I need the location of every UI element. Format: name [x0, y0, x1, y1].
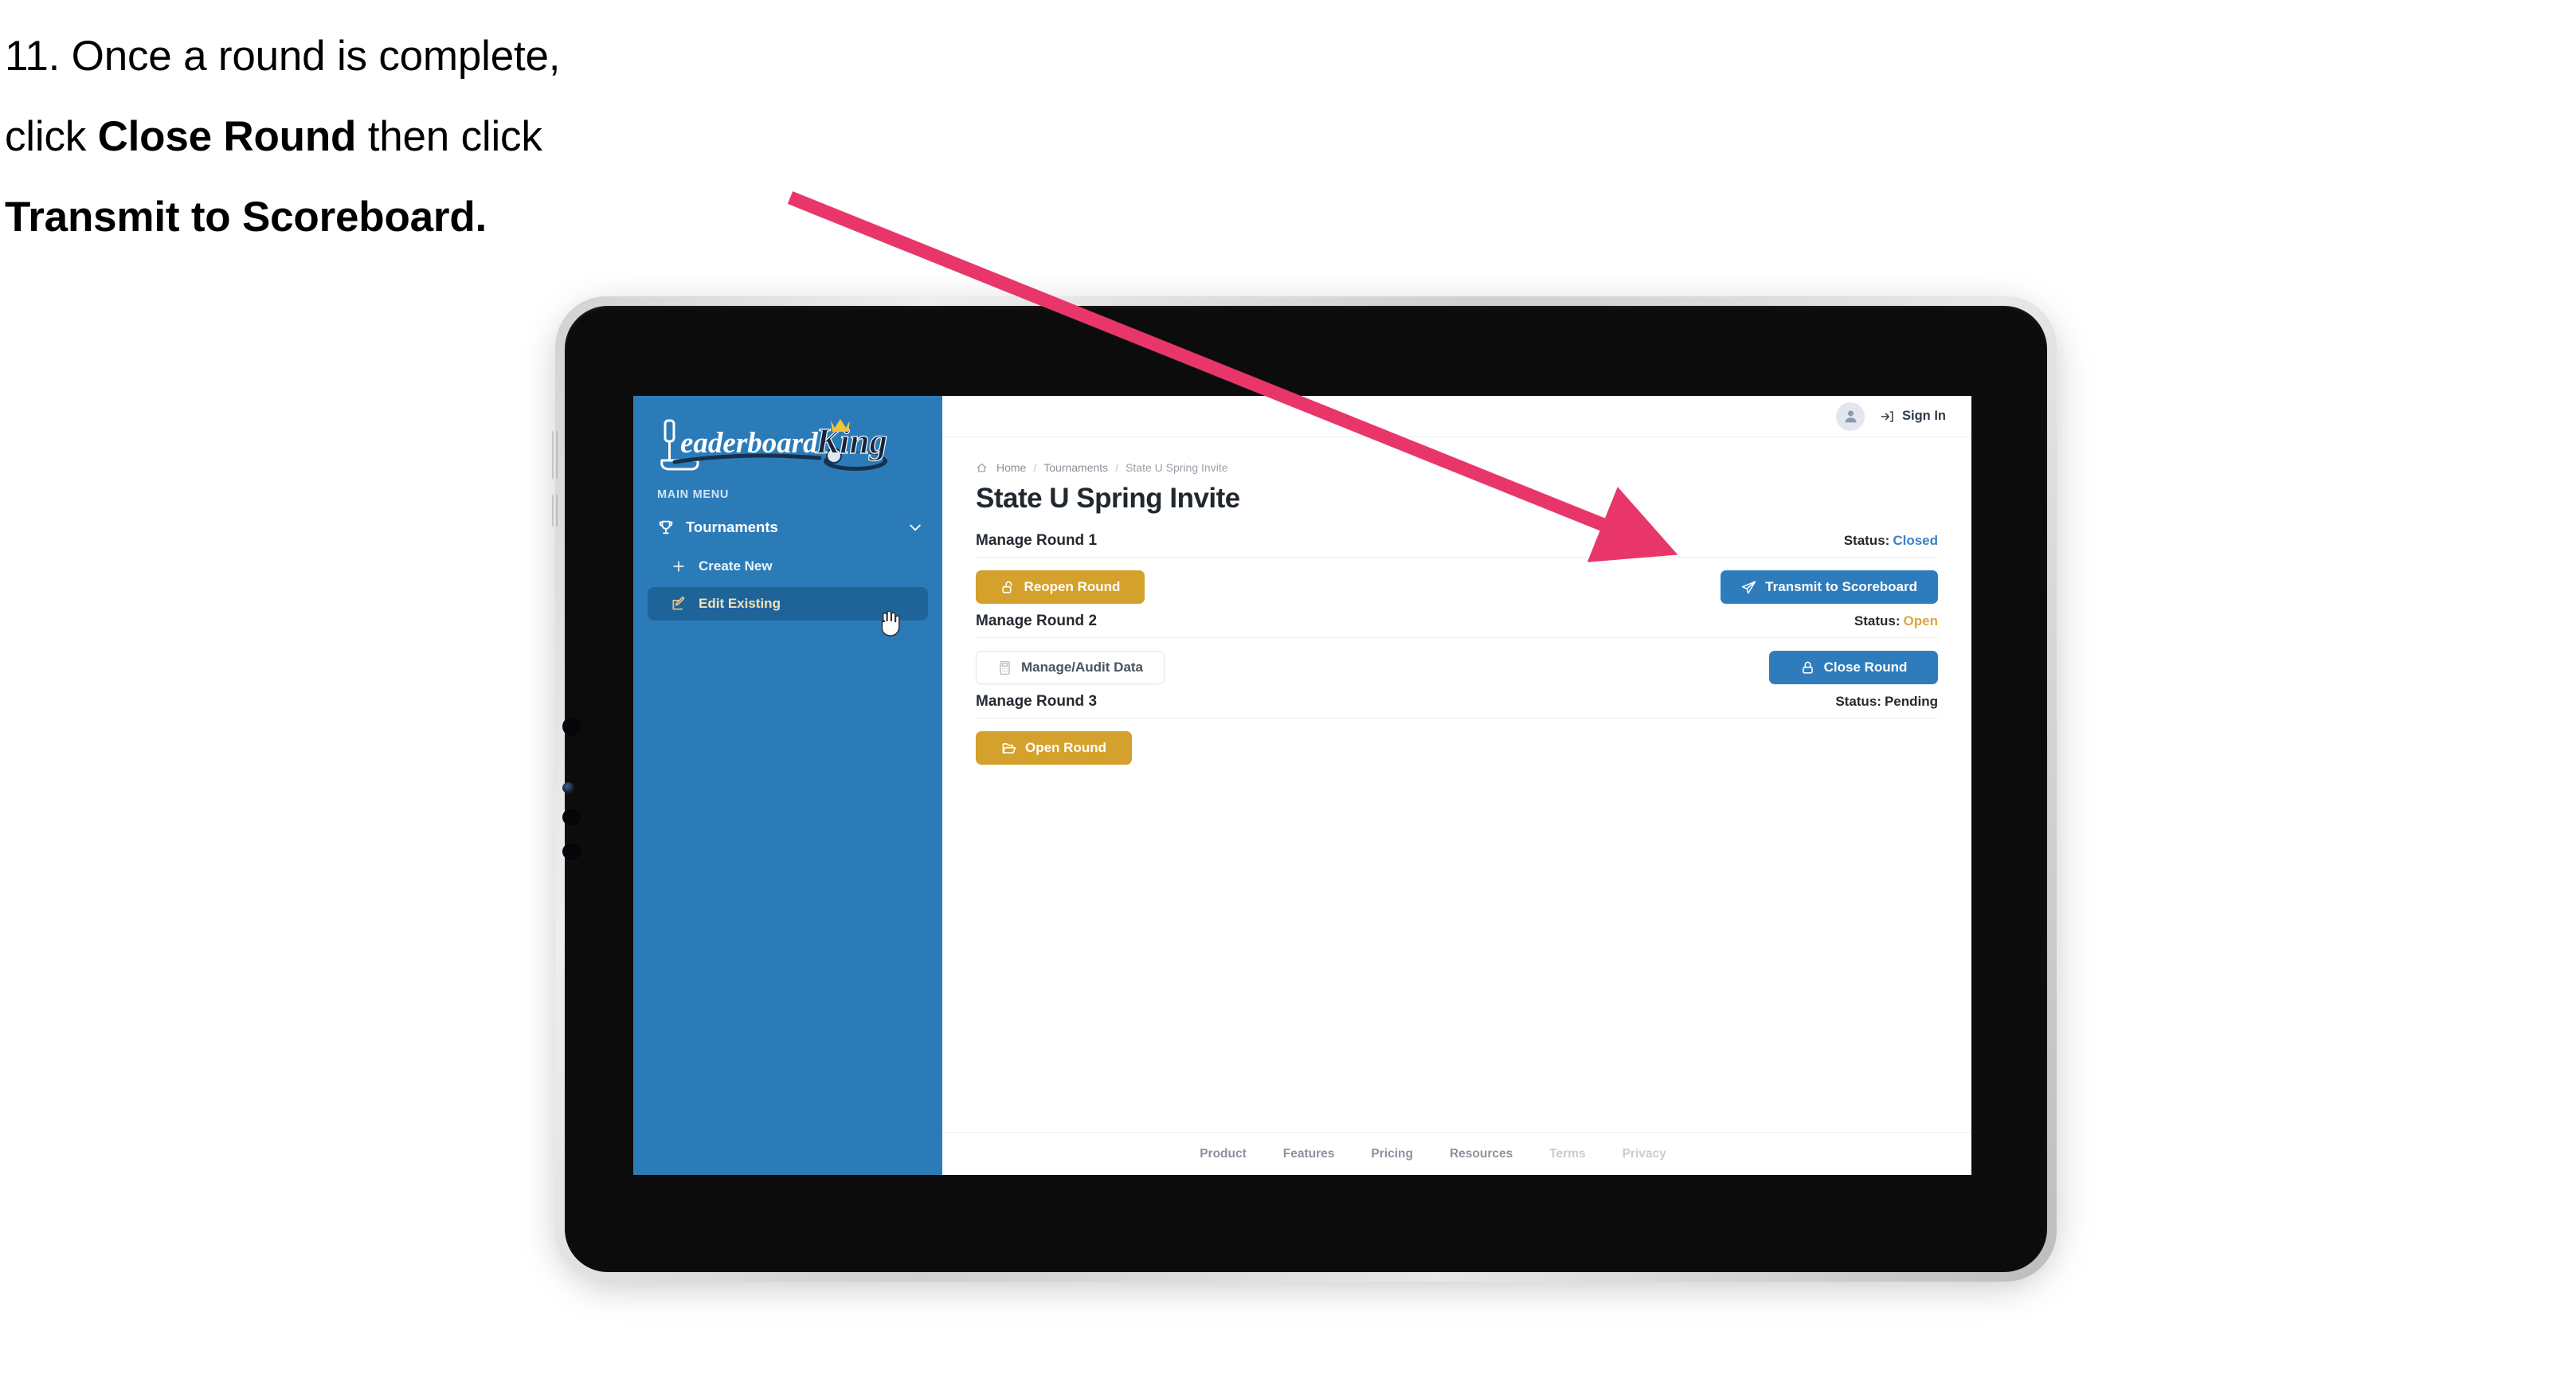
- round-2-title: Manage Round 2: [976, 613, 1098, 629]
- home-icon[interactable]: [976, 462, 988, 474]
- footer-link-privacy[interactable]: Privacy: [1623, 1147, 1666, 1161]
- instruction-caption: 11. Once a round is complete, click Clos…: [5, 16, 897, 257]
- manage-audit-data-label: Manage/Audit Data: [1021, 660, 1144, 675]
- instruction-line-3: Transmit to Scoreboard.: [5, 194, 487, 241]
- instruction-line-2-prefix: click: [5, 113, 98, 160]
- sidebar-item-create-new[interactable]: Create New: [648, 550, 928, 583]
- sidebar-item-tournaments[interactable]: Tournaments: [633, 509, 942, 546]
- chevron-down-icon[interactable]: [907, 519, 923, 535]
- round-3-status-label: Status:: [1835, 694, 1881, 709]
- screenshot-root: 11. Once a round is complete, click Clos…: [0, 0, 2576, 1386]
- mic-hole-icon: [562, 808, 581, 826]
- transmit-to-scoreboard-label: Transmit to Scoreboard: [1765, 579, 1917, 594]
- breadcrumb-separator: /: [1033, 461, 1037, 474]
- user-avatar-icon: [1845, 410, 1856, 423]
- sign-in-button[interactable]: Sign In: [1879, 409, 1946, 424]
- open-folder-icon: [1002, 742, 1016, 754]
- round-3-status-value: Pending: [1884, 694, 1938, 709]
- open-round-label: Open Round: [1025, 740, 1106, 755]
- reopen-round-label: Reopen Round: [1024, 579, 1121, 594]
- footer-link-terms[interactable]: Terms: [1549, 1147, 1585, 1161]
- trophy-icon: [659, 520, 673, 534]
- avatar[interactable]: [1836, 401, 1865, 431]
- round-2-status-value: Open: [1903, 613, 1938, 628]
- breadcrumb: Home / Tournaments / State U Spring Invi…: [976, 461, 1938, 474]
- tablet-volume-button: [552, 430, 558, 480]
- unlock-icon: [1001, 581, 1012, 593]
- open-round-button[interactable]: Open Round: [976, 731, 1132, 765]
- instruction-line-2-suffix: then click: [356, 113, 542, 160]
- transmit-to-scoreboard-button[interactable]: Transmit to Scoreboard: [1721, 570, 1938, 604]
- breadcrumb-item-tournaments[interactable]: Tournaments: [1043, 461, 1108, 474]
- close-round-label: Close Round: [1823, 660, 1908, 675]
- round-3-actions: Open Round: [976, 718, 1938, 765]
- hand-cursor: [881, 610, 900, 636]
- leaderboard-king-logo-icon: eaderboard King: [660, 419, 888, 471]
- round-block-1: Manage Round 1 Status: Closed Reopen Roun…: [976, 532, 1938, 604]
- sidebar-item-edit-existing-label: Edit Existing: [699, 596, 781, 611]
- footer-link-features[interactable]: Features: [1283, 1147, 1335, 1161]
- round-3-header: Manage Round 3 Status: Pending: [976, 693, 1938, 718]
- page-title: State U Spring Invite: [976, 483, 1240, 514]
- breadcrumb-separator: /: [1115, 461, 1119, 474]
- instruction-line-2: click Close Round then click: [5, 96, 897, 177]
- footer-link-resources[interactable]: Resources: [1450, 1147, 1513, 1161]
- breadcrumb-item-current: State U Spring Invite: [1126, 461, 1228, 474]
- instruction-line-1: 11. Once a round is complete,: [5, 33, 561, 80]
- main-panel: Sign In Home / Tournaments / State U Spr…: [942, 396, 1971, 1175]
- tablet-power-button: [552, 494, 558, 527]
- paper-plane-icon: [1742, 581, 1756, 593]
- top-bar: Sign In: [942, 396, 1971, 437]
- round-3-status: Status: Pending: [1835, 694, 1938, 710]
- round-1-header: Manage Round 1 Status: Closed: [976, 532, 1938, 558]
- sign-in-label: Sign In: [1902, 409, 1946, 423]
- calculator-icon: [1000, 660, 1010, 675]
- svg-text:King: King: [815, 421, 887, 461]
- breadcrumb-item-home[interactable]: Home: [996, 461, 1026, 474]
- sidebar: eaderboard King MAIN MENU Tournaments Cr…: [633, 396, 942, 1175]
- plus-icon: [673, 561, 684, 572]
- close-round-button[interactable]: Close Round: [1769, 651, 1938, 684]
- round-1-status-value: Closed: [1893, 533, 1938, 548]
- round-block-3: Manage Round 3 Status: Pending Open Round: [976, 693, 1938, 765]
- footer-link-pricing[interactable]: Pricing: [1371, 1147, 1413, 1161]
- round-1-status-label: Status:: [1843, 533, 1890, 548]
- round-2-actions: Manage/Audit Data Close Round: [976, 638, 1938, 684]
- footer-nav: Product Features Pricing Resources Terms…: [942, 1132, 1971, 1175]
- round-1-status: Status: Closed: [1844, 533, 1938, 549]
- sidebar-section-label: MAIN MENU: [657, 488, 730, 501]
- ambient-sensor-icon: [566, 752, 571, 757]
- round-2-header: Manage Round 2 Status: Open: [976, 613, 1938, 638]
- brand-logo[interactable]: eaderboard King: [633, 396, 942, 479]
- sidebar-item-tournaments-label: Tournaments: [686, 519, 778, 535]
- proximity-sensor-icon: [562, 782, 574, 793]
- round-block-2: Manage Round 2 Status: Open Manage/Audit…: [976, 613, 1938, 684]
- sidebar-item-create-new-label: Create New: [699, 558, 773, 574]
- round-2-status: Status: Open: [1854, 613, 1938, 629]
- speaker-hole-icon: [562, 843, 581, 860]
- front-camera-icon: [562, 717, 581, 736]
- app-screen: eaderboard King MAIN MENU Tournaments Cr…: [633, 396, 1971, 1175]
- round-2-status-label: Status:: [1854, 613, 1901, 628]
- reopen-round-button[interactable]: Reopen Round: [976, 570, 1145, 604]
- round-1-actions: Reopen Round Transmit to Scoreboard: [976, 558, 1938, 604]
- login-arrow-icon: [1881, 410, 1893, 422]
- instruction-line-2-bold: Close Round: [97, 113, 357, 160]
- footer-link-product[interactable]: Product: [1200, 1147, 1247, 1161]
- content-area: Home / Tournaments / State U Spring Invi…: [942, 437, 1971, 1132]
- round-3-title: Manage Round 3: [976, 693, 1098, 710]
- manage-audit-data-button[interactable]: Manage/Audit Data: [976, 651, 1165, 684]
- lock-icon: [1802, 661, 1813, 674]
- round-1-title: Manage Round 1: [976, 532, 1098, 549]
- edit-square-icon: [672, 596, 685, 610]
